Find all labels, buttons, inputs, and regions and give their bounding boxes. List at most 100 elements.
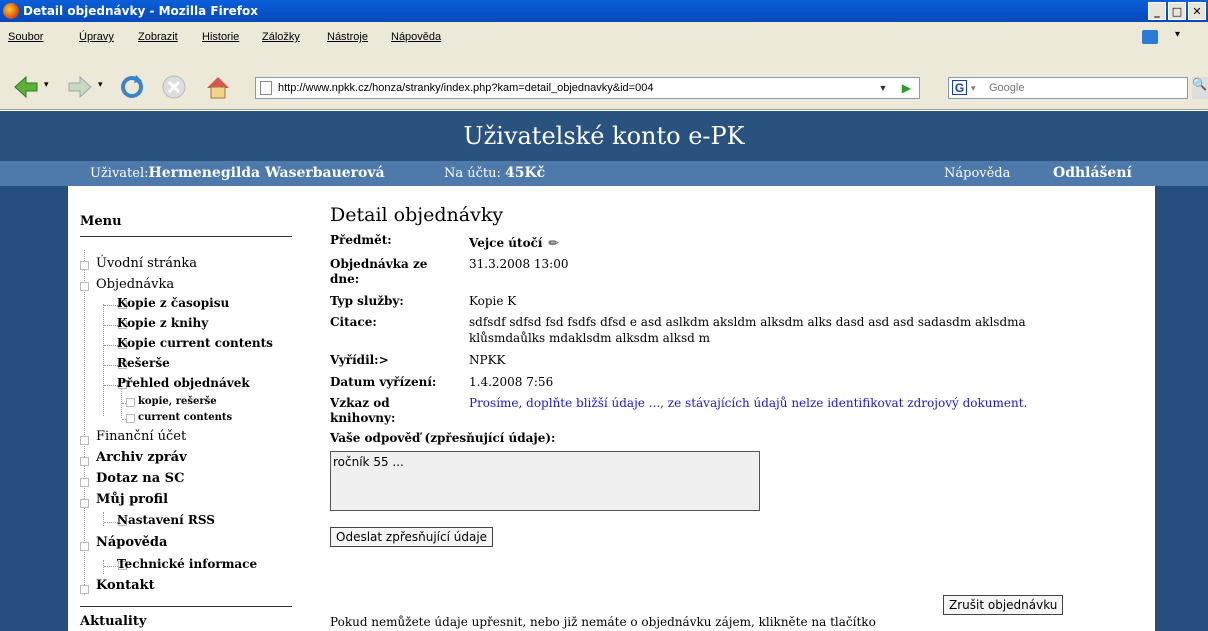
tree-node-icon	[126, 398, 135, 407]
forward-dropdown-icon[interactable]: ▾	[98, 80, 103, 90]
field-label-typ-sluzby: Typ služby:	[330, 294, 404, 308]
search-placeholder: Google	[989, 82, 1025, 94]
window-controls: _ □ ✕	[1148, 2, 1206, 20]
sidebar-item-napoveda[interactable]: Nápověda	[96, 535, 167, 550]
user-label: Uživatel:	[90, 166, 149, 181]
maximize-button[interactable]: □	[1168, 2, 1186, 20]
sidebar-item-kopie-reserse[interactable]: kopie, rešerše	[138, 396, 217, 407]
field-label-citace: Citace:	[330, 315, 377, 329]
tree-branch	[104, 566, 118, 567]
menu-divider	[80, 236, 292, 237]
sidebar-item-kopie-z-casopisu[interactable]: Kopie z časopisu	[117, 296, 229, 310]
url-input[interactable]: http://www.npkk.cz/honza/stranky/index.p…	[255, 77, 920, 99]
throbber-dropdown-icon[interactable]: ▾	[1175, 29, 1180, 40]
minimize-button[interactable]: _	[1148, 2, 1166, 20]
search-engine-dropdown-icon[interactable]: ▾	[971, 78, 976, 98]
tree-branch	[104, 385, 118, 386]
field-label-predmet: Předmět:	[330, 233, 392, 247]
sidebar-item-current-contents[interactable]: current contents	[138, 412, 232, 423]
firefox-icon	[3, 3, 19, 19]
sidebar-item-uvodni-stranka[interactable]: Úvodní stránka	[96, 256, 197, 271]
field-value-vyridil: NPKK	[469, 353, 506, 367]
page-title: Detail objednávky	[330, 204, 504, 226]
reload-icon[interactable]	[118, 73, 146, 101]
url-text: http://www.npkk.cz/honza/stranky/index.p…	[278, 82, 654, 94]
cancel-instructions: Pokud nemůžete údaje upřesnit, nebo již …	[330, 615, 876, 629]
tree-branch	[104, 522, 118, 523]
field-label-objednavka-ze-dne: Objednávka ze dne:	[330, 257, 428, 286]
sidebar-item-kontakt[interactable]: Kontakt	[96, 578, 155, 593]
feed-icon[interactable]	[1142, 30, 1158, 44]
search-input[interactable]: G ▾ Google	[948, 77, 1188, 99]
field-label-vzkaz: Vzkaz od knihovny:	[330, 396, 396, 425]
sidebar-item-reserse[interactable]: Rešerše	[117, 356, 170, 370]
close-button[interactable]: ✕	[1188, 2, 1206, 20]
send-clarification-button[interactable]: Odeslat zpřesňující údaje	[330, 527, 494, 547]
tree-branch	[104, 305, 118, 306]
google-icon[interactable]: G	[952, 80, 967, 95]
tree-node-icon	[80, 542, 89, 551]
tree-node-icon	[80, 261, 89, 270]
back-icon[interactable]	[12, 73, 40, 101]
tree-node-icon	[80, 478, 89, 487]
logout-link[interactable]: Odhlášení	[1053, 161, 1132, 186]
sidebar-item-kopie-z-knihy[interactable]: Kopie z knihy	[117, 316, 208, 330]
field-value-datum-vyrizeni: 1.4.2008 7:56	[469, 375, 554, 389]
field-value-objednavka-ze-dne: 31.3.2008 13:00	[469, 257, 569, 271]
menu-bar: Soubor Úpravy Zobrazit Historie Záložky …	[0, 22, 1208, 64]
navigation-toolbar: ▾ ▾ http://www.npkk.cz/honza/stranky/ind…	[0, 64, 1208, 110]
account-label: Na účtu:	[444, 166, 501, 181]
field-label-vyridil: Vyřídil:>	[330, 353, 389, 367]
sidebar-item-objednavka[interactable]: Objednávka	[96, 277, 174, 292]
user-name: Hermenegilda Waserbauerová	[148, 165, 385, 181]
tree-node-icon	[80, 436, 89, 445]
field-value-citace-line2: klůsmdaůlks mdaklsdm alksdm alksd m	[469, 331, 710, 345]
tree-line	[103, 304, 104, 416]
window-title: Detail objednávky - Mozilla Firefox	[23, 4, 258, 18]
reply-textarea[interactable]: ročník 55 ...	[330, 451, 760, 511]
page-icon	[260, 81, 272, 95]
reply-label: Vaše odpověď (zpřesňující údaje):	[330, 431, 556, 445]
sidebar-item-archiv-zprav[interactable]: Archiv zpráv	[96, 450, 187, 465]
account-value: 45Kč	[505, 165, 546, 181]
menu-napoveda[interactable]: Nápověda	[391, 31, 441, 43]
field-value-vzkaz: Prosíme, doplňte bližší údaje ..., ze st…	[469, 396, 1028, 410]
sidebar-item-dotaz-na-sc[interactable]: Dotaz na SC	[96, 471, 184, 486]
menu-upravy[interactable]: Úpravy	[79, 31, 114, 43]
subject-text: Vejce útočí	[469, 236, 543, 250]
tree-node-icon	[80, 585, 89, 594]
help-link[interactable]: Nápověda	[944, 161, 1010, 186]
user-bar: Uživatel:Hermenegilda Waserbauerová Na ú…	[0, 161, 1208, 186]
search-icon[interactable]: 🔍	[1192, 77, 1208, 99]
back-dropdown-icon[interactable]: ▾	[44, 80, 49, 90]
content-area: Menu Úvodní stránka Objednávka Kopie z č…	[68, 186, 1155, 631]
sidebar-item-nastaveni-rss[interactable]: Nastavení RSS	[117, 513, 215, 527]
menu-historie[interactable]: Historie	[202, 31, 239, 43]
url-dropdown-icon[interactable]: ▼	[875, 78, 891, 98]
tree-branch	[104, 325, 118, 326]
sidebar-item-kopie-current-contents[interactable]: Kopie current contents	[117, 336, 273, 350]
menu-soubor[interactable]: Soubor	[8, 31, 43, 43]
site-title: Uživatelské konto e-PK	[0, 111, 1208, 161]
user-info: Uživatel:Hermenegilda Waserbauerová	[90, 161, 385, 186]
edit-pencil-icon[interactable]: ✏	[548, 236, 558, 251]
home-icon[interactable]	[204, 73, 232, 101]
cancel-order-button[interactable]: Zrušit objednávku	[943, 595, 1064, 615]
field-label-datum-vyrizeni: Datum vyřízení:	[330, 375, 437, 389]
sidebar-item-prehled-objednavek[interactable]: Přehled objednávek	[117, 376, 250, 390]
sidebar-item-technicke-informace[interactable]: Technické informace	[117, 557, 257, 571]
sidebar-item-muj-profil[interactable]: Můj profil	[96, 492, 168, 507]
tree-node-icon	[80, 282, 89, 291]
stop-icon[interactable]	[160, 73, 188, 101]
sidebar-item-financni-ucet[interactable]: Finanční účet	[96, 429, 186, 444]
field-value-citace: sdfsdf sdfsd fsd fsdfs dfsd e asd aslkdm…	[469, 315, 1026, 329]
tree-line	[103, 560, 104, 574]
menu-nastroje[interactable]: Nástroje	[327, 31, 368, 43]
news-heading: Aktuality	[80, 614, 147, 629]
account-info: Na účtu: 45Kč	[444, 161, 545, 186]
go-icon[interactable]: ▶	[902, 78, 911, 98]
tree-line	[121, 386, 122, 418]
forward-icon[interactable]	[66, 73, 94, 101]
menu-zobrazit[interactable]: Zobrazit	[138, 31, 178, 43]
menu-zalozky[interactable]: Záložky	[262, 31, 300, 43]
